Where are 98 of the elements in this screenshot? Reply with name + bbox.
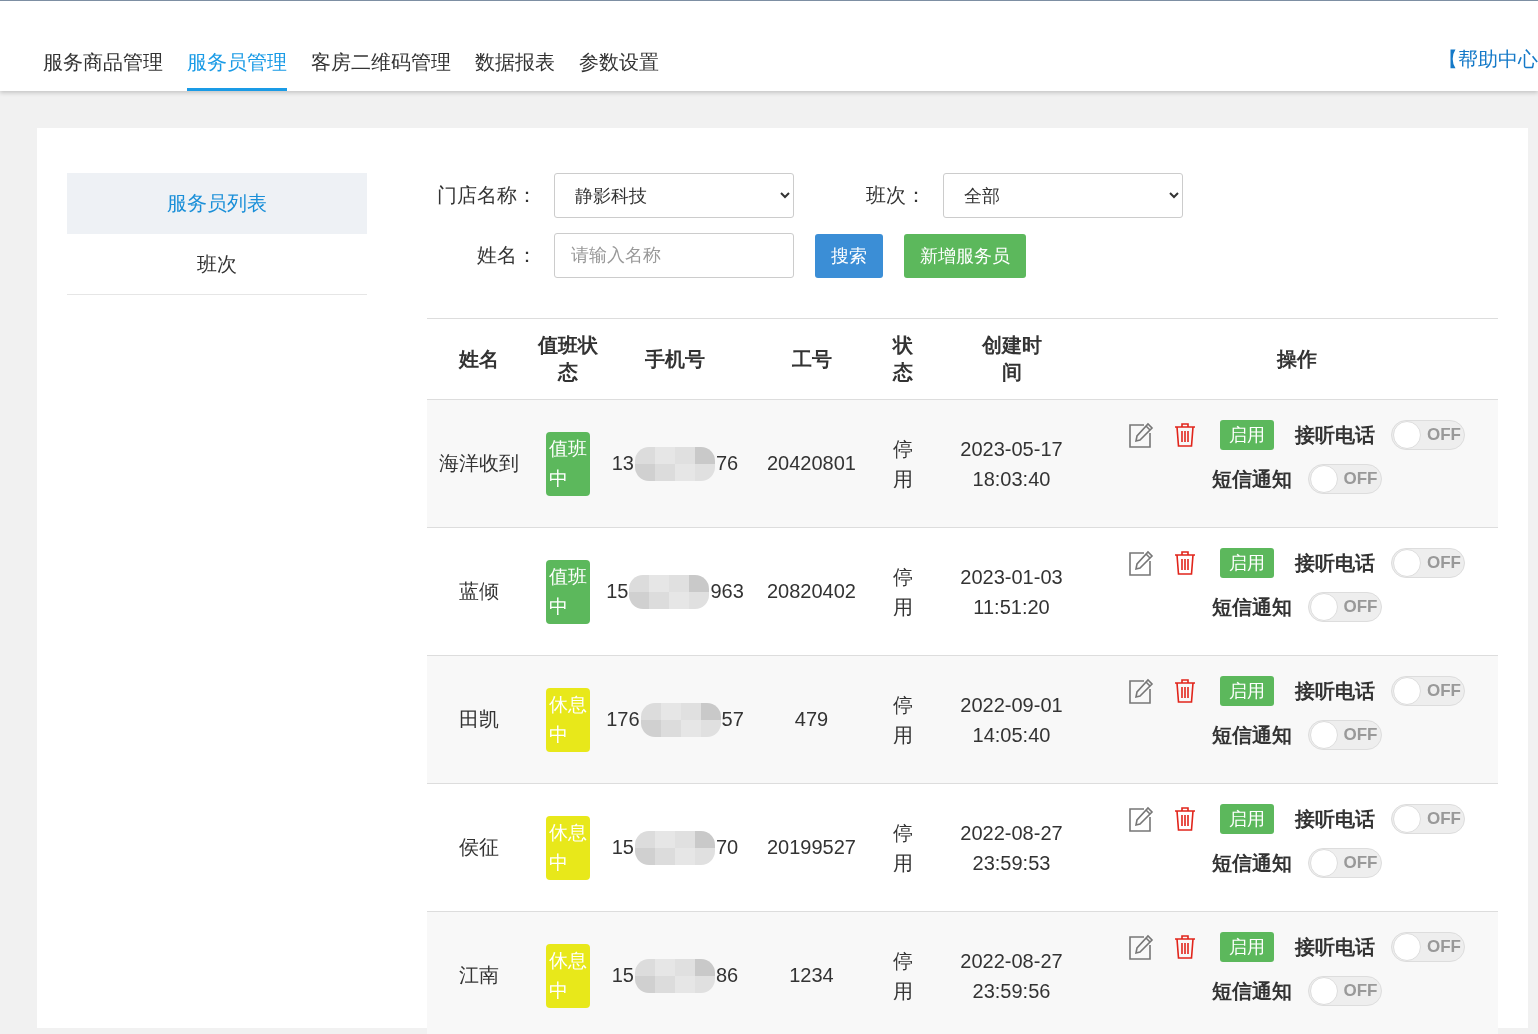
table-cell-text: 田凯 bbox=[458, 707, 499, 732]
toggle-label: 接听电话 bbox=[1295, 806, 1375, 832]
toggle-label: 短信通知 bbox=[1211, 978, 1292, 1004]
nav-tab[interactable]: 服务员管理 bbox=[187, 49, 287, 91]
phone-prefix: 15 bbox=[606, 580, 629, 603]
phone-suffix: 70 bbox=[716, 836, 739, 859]
trash-icon[interactable] bbox=[1174, 550, 1196, 576]
time-text: 23:59:56 bbox=[972, 978, 1051, 1004]
column-header: 手机号 bbox=[645, 346, 705, 372]
enable-button[interactable]: 启用 bbox=[1220, 932, 1274, 962]
time-text: 23:59:53 bbox=[972, 850, 1051, 876]
shift-select[interactable]: 全部 bbox=[943, 173, 1183, 218]
help-link[interactable]: 【帮助中心 bbox=[1438, 46, 1538, 73]
enable-button[interactable]: 启用 bbox=[1220, 548, 1274, 578]
status-text: 停用 bbox=[893, 692, 913, 748]
toggle-label: 接听电话 bbox=[1295, 550, 1375, 576]
toggle-switch[interactable]: OFF bbox=[1307, 720, 1382, 750]
edit-icon[interactable] bbox=[1128, 677, 1154, 705]
field-label: 门店名称： bbox=[437, 183, 537, 208]
toggle-switch[interactable]: OFF bbox=[1307, 464, 1382, 494]
phone-suffix: 963 bbox=[710, 580, 744, 603]
phone-prefix: 15 bbox=[611, 836, 634, 859]
add-button[interactable]: 新增服务员 bbox=[904, 233, 1026, 278]
toggle-label: 短信通知 bbox=[1211, 850, 1292, 876]
table-cell: 20199527 bbox=[767, 836, 856, 859]
table-cell: 20420801 bbox=[767, 452, 856, 475]
toggle-label: 接听电话 bbox=[1295, 678, 1375, 704]
field-label: 姓名： bbox=[477, 243, 537, 268]
column-header: 工号 bbox=[791, 346, 832, 372]
toggle-label: 短信通知 bbox=[1211, 722, 1292, 748]
phone-suffix: 76 bbox=[716, 452, 739, 475]
column-header: 创建时间 bbox=[981, 333, 1042, 385]
table-cell: 479 bbox=[794, 708, 829, 731]
date-text: 2022-08-27 bbox=[960, 948, 1063, 974]
date-text: 2023-05-17 bbox=[960, 436, 1063, 462]
toggle-label: 短信通知 bbox=[1211, 466, 1292, 492]
table-cell-text: 江南 bbox=[458, 963, 499, 988]
edit-icon[interactable] bbox=[1128, 933, 1154, 961]
toggle-switch[interactable]: OFF bbox=[1307, 976, 1382, 1006]
search-button[interactable]: 搜索 bbox=[815, 233, 883, 278]
phone-prefix: 176 bbox=[606, 708, 640, 731]
phone-suffix: 86 bbox=[716, 964, 739, 987]
duty-badge: 值班中 bbox=[545, 559, 590, 624]
trash-icon[interactable] bbox=[1174, 806, 1196, 832]
status-text: 停用 bbox=[893, 820, 913, 876]
column-header: 姓名 bbox=[458, 346, 499, 372]
duty-badge: 休息中 bbox=[545, 815, 590, 880]
toggle-switch[interactable]: OFF bbox=[1391, 932, 1465, 962]
field-label: 班次： bbox=[866, 183, 926, 208]
nav-tab[interactable]: 服务商品管理 bbox=[43, 49, 163, 91]
table-cell-text: 海洋收到 bbox=[438, 451, 519, 476]
toggle-label: 接听电话 bbox=[1295, 934, 1375, 960]
trash-icon[interactable] bbox=[1174, 678, 1196, 704]
duty-badge: 值班中 bbox=[545, 431, 590, 496]
toggle-switch[interactable]: OFF bbox=[1307, 592, 1382, 622]
status-text: 停用 bbox=[893, 436, 913, 492]
toggle-switch[interactable]: OFF bbox=[1391, 548, 1465, 578]
nav-tab[interactable]: 数据报表 bbox=[475, 49, 555, 91]
phone-prefix: 15 bbox=[611, 964, 634, 987]
duty-badge: 休息中 bbox=[545, 687, 590, 752]
table-cell: 20820402 bbox=[767, 580, 856, 603]
toggle-switch[interactable]: OFF bbox=[1307, 848, 1382, 878]
enable-button[interactable]: 启用 bbox=[1220, 676, 1274, 706]
duty-badge: 休息中 bbox=[545, 943, 590, 1008]
sidebar-item[interactable]: 班次 bbox=[67, 234, 367, 295]
toggle-switch[interactable]: OFF bbox=[1391, 676, 1465, 706]
time-text: 14:05:40 bbox=[972, 722, 1051, 748]
enable-button[interactable]: 启用 bbox=[1220, 804, 1274, 834]
trash-icon[interactable] bbox=[1174, 934, 1196, 960]
nav-tab[interactable]: 参数设置 bbox=[579, 49, 659, 91]
time-text: 11:51:20 bbox=[973, 594, 1050, 620]
date-text: 2022-09-01 bbox=[960, 692, 1063, 718]
table-cell-text: 侯征 bbox=[458, 835, 499, 860]
toggle-label: 接听电话 bbox=[1295, 422, 1375, 448]
column-header: 值班状态 bbox=[536, 333, 599, 385]
sidebar-item[interactable]: 服务员列表 bbox=[67, 173, 367, 234]
edit-icon[interactable] bbox=[1128, 421, 1154, 449]
enable-button[interactable]: 启用 bbox=[1220, 420, 1274, 450]
phone-suffix: 57 bbox=[721, 708, 744, 731]
column-header: 状态 bbox=[893, 333, 913, 385]
status-text: 停用 bbox=[893, 948, 913, 1004]
toggle-switch[interactable]: OFF bbox=[1391, 804, 1465, 834]
edit-icon[interactable] bbox=[1128, 805, 1154, 833]
date-text: 2023-01-03 bbox=[960, 564, 1063, 590]
toggle-switch[interactable]: OFF bbox=[1391, 420, 1465, 450]
nav-tab[interactable]: 客房二维码管理 bbox=[311, 49, 451, 91]
status-text: 停用 bbox=[893, 564, 913, 620]
table-cell: 1234 bbox=[789, 964, 834, 987]
store-select[interactable]: 静影科技 bbox=[554, 173, 794, 218]
toggle-label: 短信通知 bbox=[1211, 594, 1292, 620]
date-text: 2022-08-27 bbox=[960, 820, 1063, 846]
column-header: 操作 bbox=[1276, 346, 1317, 372]
time-text: 18:03:40 bbox=[972, 466, 1051, 492]
name-input[interactable]: 请输入名称 bbox=[554, 233, 794, 278]
table-cell-text: 蓝倾 bbox=[458, 579, 499, 604]
trash-icon[interactable] bbox=[1174, 422, 1196, 448]
edit-icon[interactable] bbox=[1128, 549, 1154, 577]
phone-prefix: 13 bbox=[611, 452, 634, 475]
